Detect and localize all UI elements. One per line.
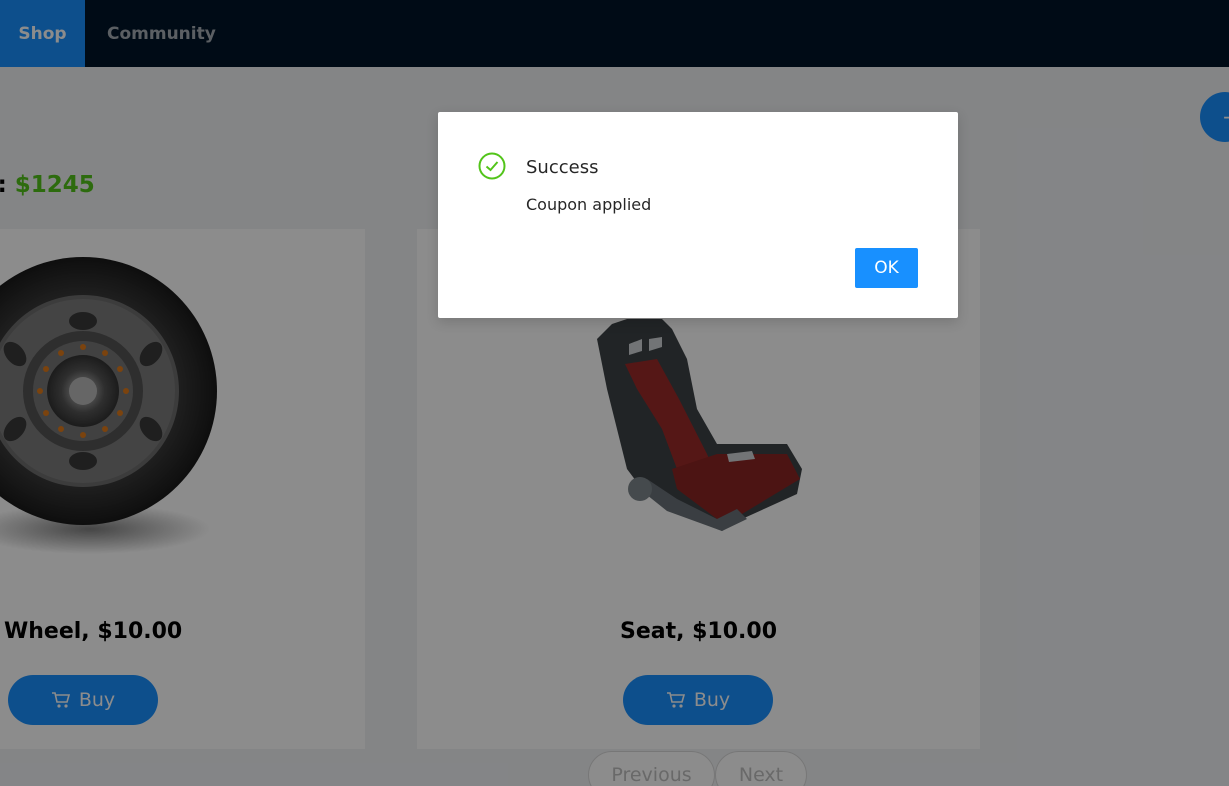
modal-title: Success [526, 157, 599, 178]
ok-button[interactable]: OK [855, 248, 918, 288]
success-modal: Success Coupon applied OK [438, 112, 958, 318]
check-circle-icon [478, 152, 506, 180]
modal-message: Coupon applied [526, 195, 652, 214]
page: Shop Community + e:$1245 [0, 0, 1229, 786]
